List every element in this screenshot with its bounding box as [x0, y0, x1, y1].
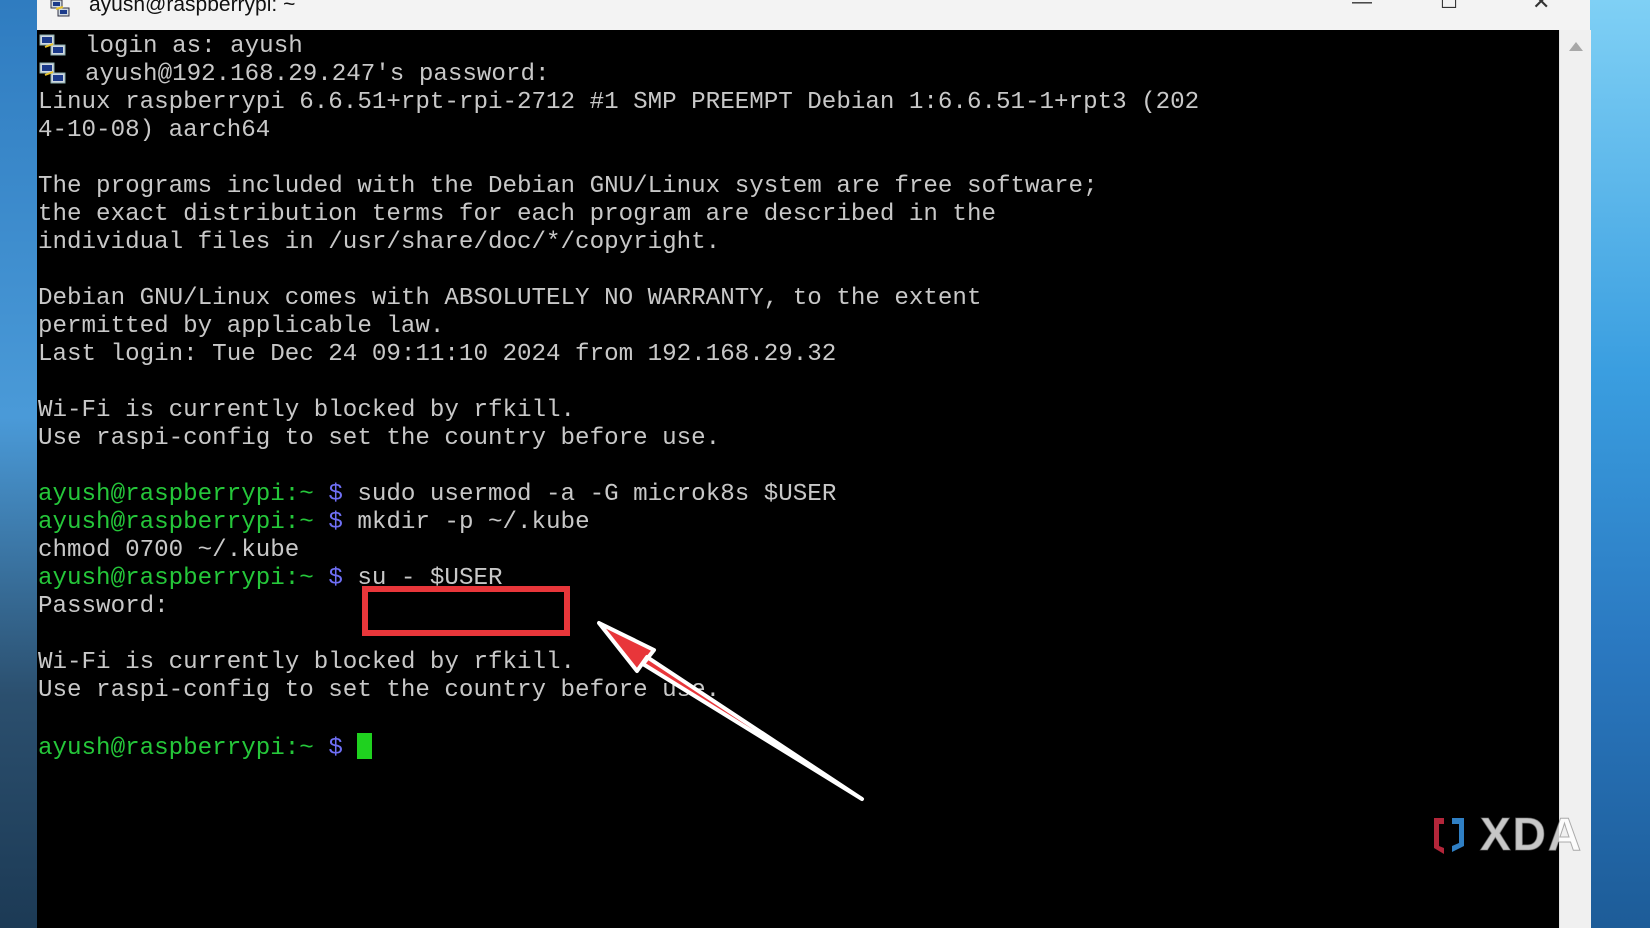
- title-bar[interactable]: ayush@raspberrypi: ~ — ☐ ✕: [37, 0, 1590, 30]
- maximize-button[interactable]: ☐: [1440, 0, 1458, 12]
- window-title: ayush@raspberrypi: ~: [89, 0, 296, 16]
- annotation-arrow: [597, 621, 864, 801]
- xda-watermark: XDA: [1432, 808, 1592, 864]
- watermark-text: XDA: [1479, 808, 1584, 861]
- desktop-background-right: [1590, 0, 1650, 928]
- minimize-button[interactable]: —: [1352, 0, 1372, 12]
- scroll-up-arrow-icon[interactable]: [1569, 42, 1583, 51]
- putty-icon: [50, 0, 70, 17]
- close-button[interactable]: ✕: [1532, 0, 1550, 13]
- putty-window: ayush@raspberrypi: ~ — ☐ ✕ login as: ayu…: [37, 0, 1591, 928]
- xda-logo-icon: [1434, 818, 1464, 854]
- vertical-scrollbar[interactable]: [1559, 30, 1591, 928]
- terminal-screen[interactable]: login as: ayush ayush@192.168.29.247's p…: [37, 30, 1559, 928]
- desktop-background-left: [0, 0, 37, 928]
